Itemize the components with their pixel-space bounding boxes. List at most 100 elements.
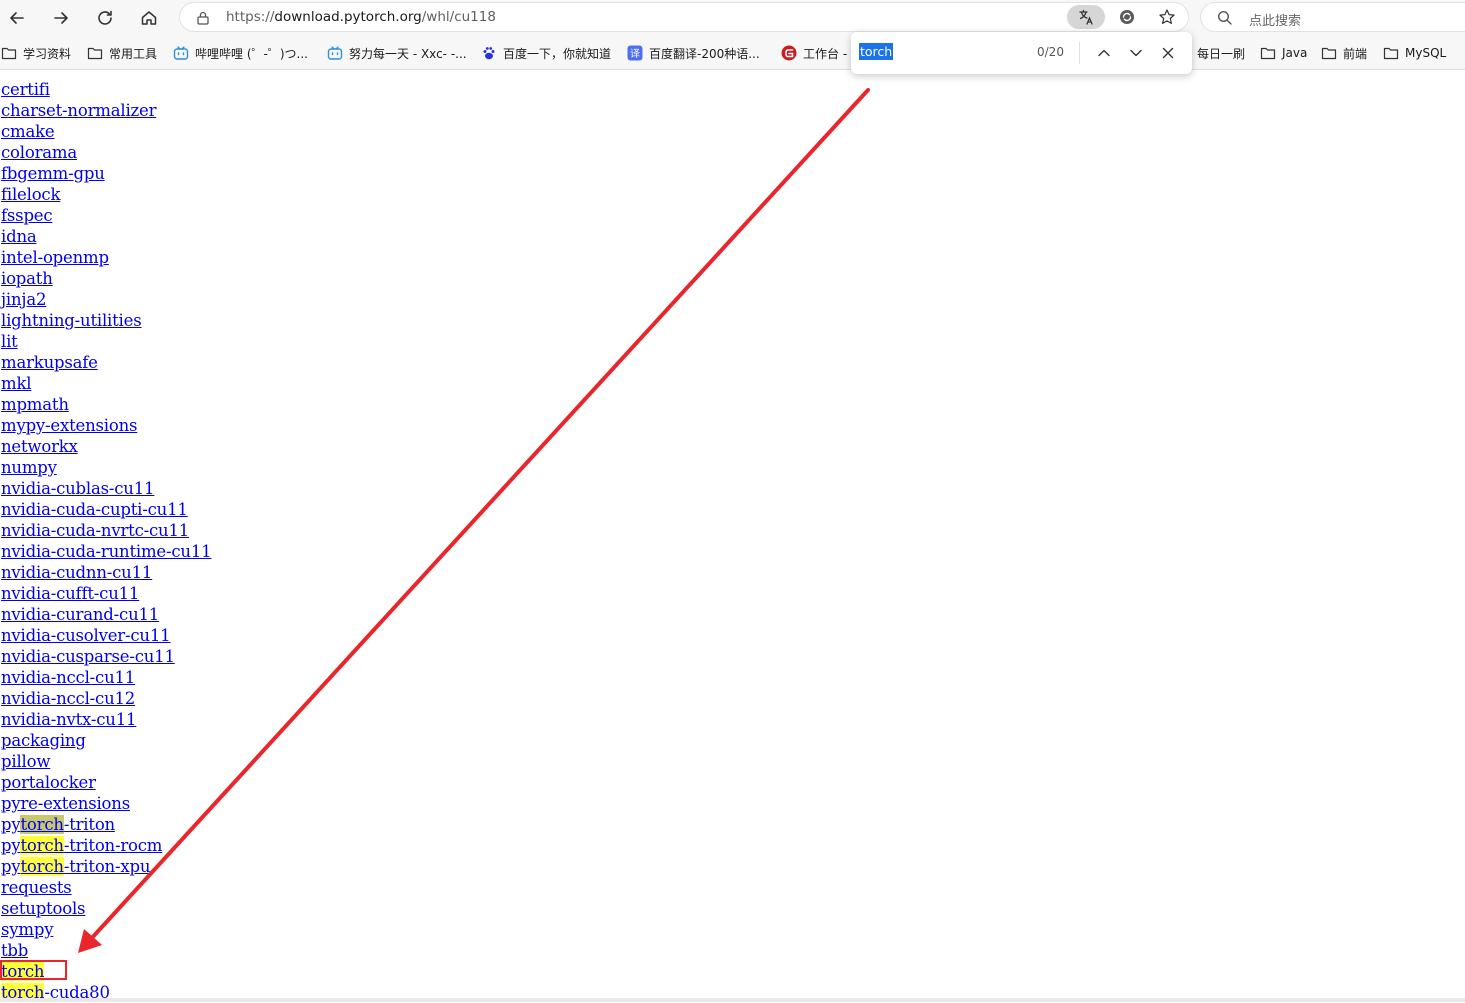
url-text[interactable]: https://download.pytorch.org/whl/cu118	[226, 9, 496, 25]
find-count: 0/20	[1037, 45, 1064, 59]
folder-icon	[1, 45, 17, 61]
package-link[interactable]: fsspec	[1, 205, 211, 226]
package-link[interactable]: pyre-extensions	[1, 793, 211, 814]
lock-icon[interactable]	[194, 9, 212, 27]
package-link[interactable]: idna	[1, 226, 211, 247]
package-link[interactable]: lightning-utilities	[1, 310, 211, 331]
package-link[interactable]: nvidia-cuda-nvrtc-cu11	[1, 520, 211, 541]
package-link[interactable]: cmake	[1, 121, 211, 142]
package-link[interactable]: nvidia-nccl-cu11	[1, 667, 211, 688]
search-box[interactable]: 点此搜索	[1200, 2, 1465, 32]
package-link[interactable]: packaging	[1, 730, 211, 751]
package-link[interactable]: nvidia-cublas-cu11	[1, 478, 211, 499]
annotation-arrow	[78, 88, 870, 953]
package-link[interactable]: setuptools	[1, 898, 211, 919]
bilibili-icon	[173, 45, 189, 61]
baidu-icon	[481, 45, 497, 61]
fav-item-baidu-translate[interactable]: 译 百度翻译-200种语...	[627, 44, 760, 62]
package-link[interactable]: nvidia-curand-cu11	[1, 604, 211, 625]
package-name: packaging	[1, 731, 86, 750]
package-link[interactable]: iopath	[1, 268, 211, 289]
find-bar: torch 0/20	[851, 32, 1192, 74]
folder-icon	[1260, 45, 1276, 61]
package-name: mkl	[1, 374, 32, 393]
package-link[interactable]: numpy	[1, 457, 211, 478]
package-link[interactable]: pytorch-triton	[1, 814, 211, 835]
fav-item-study[interactable]: 学习资料	[1, 44, 71, 62]
package-link[interactable]: filelock	[1, 184, 211, 205]
package-link[interactable]: requests	[1, 877, 211, 898]
fav-item-baidu[interactable]: 百度一下，你就知道	[481, 44, 611, 62]
bilibili-icon	[327, 45, 343, 61]
chevron-down-icon	[1130, 49, 1142, 57]
package-link[interactable]: nvidia-cuda-cupti-cu11	[1, 499, 211, 520]
find-input[interactable]: torch	[859, 43, 894, 60]
fav-item-gitee[interactable]: 工作台 -	[781, 44, 847, 62]
fav-item-frontend[interactable]: 前端	[1321, 44, 1367, 62]
find-separator	[1079, 42, 1080, 64]
package-name: portalocker	[1, 773, 96, 792]
package-link[interactable]: nvidia-cuda-runtime-cu11	[1, 541, 212, 562]
package-link[interactable]: nvidia-cusolver-cu11	[1, 625, 211, 646]
package-link[interactable]: pytorch-triton-xpu	[1, 856, 211, 877]
package-link[interactable]: nvidia-nvtx-cu11	[1, 709, 211, 730]
home-button[interactable]	[135, 4, 163, 32]
fav-item-mysql[interactable]: MySQL	[1383, 44, 1446, 62]
translate-page-button[interactable]	[1067, 5, 1105, 29]
url-path: /whl/cu118	[421, 9, 496, 25]
find-match-highlight: torch	[20, 815, 64, 834]
fav-label: 每日一刷	[1197, 46, 1246, 61]
star-icon	[1159, 9, 1175, 24]
package-link[interactable]: sympy	[1, 919, 211, 940]
package-link[interactable]: lit	[1, 331, 211, 352]
favorites-bar: 学习资料 常用工具 哔哩哔哩 (゜-゜)つ... 努力每一天 - Xxc- -.…	[0, 36, 1465, 70]
package-link[interactable]: networkx	[1, 436, 211, 457]
package-name: lightning-utilities	[1, 311, 142, 330]
package-link[interactable]: nvidia-cudnn-cu11	[1, 562, 211, 583]
home-icon	[141, 11, 157, 25]
fav-label: 工作台 -	[803, 46, 848, 61]
package-link[interactable]: nvidia-nccl-cu12	[1, 688, 211, 709]
fav-item-java[interactable]: Java	[1260, 44, 1307, 62]
package-link[interactable]: certifi	[1, 79, 211, 100]
forward-button[interactable]	[47, 4, 75, 32]
back-button[interactable]	[3, 4, 31, 32]
search-icon	[1217, 10, 1232, 25]
package-link[interactable]: tbb	[1, 940, 211, 961]
favorite-star-button[interactable]	[1156, 6, 1178, 28]
folder-icon	[1321, 45, 1337, 61]
fav-item-tools[interactable]: 常用工具	[87, 44, 157, 62]
package-link[interactable]: charset-normalizer	[1, 100, 211, 121]
find-close-button[interactable]	[1157, 42, 1179, 64]
search-placeholder: 点此搜索	[1249, 14, 1302, 29]
package-name: fbgemm-gpu	[1, 164, 105, 183]
refresh-icon	[98, 10, 112, 25]
package-link[interactable]: mpmath	[1, 394, 211, 415]
package-name: setuptools	[1, 899, 86, 918]
package-link[interactable]: intel-openmp	[1, 247, 211, 268]
fav-label: 努力每一天 - Xxc- -...	[349, 46, 467, 61]
package-link[interactable]: jinja2	[1, 289, 211, 310]
package-link[interactable]: fbgemm-gpu	[1, 163, 211, 184]
find-match-highlight: torch	[20, 836, 64, 855]
refresh-sync-button[interactable]	[1116, 6, 1138, 28]
fav-item-bilibili[interactable]: 哔哩哔哩 (゜-゜)つ...	[173, 44, 308, 62]
find-previous-button[interactable]	[1093, 42, 1115, 64]
package-link[interactable]: nvidia-cufft-cu11	[1, 583, 211, 604]
package-link[interactable]: pillow	[1, 751, 211, 772]
address-bar[interactable]: https://download.pytorch.org/whl/cu118	[179, 2, 1189, 32]
folder-icon	[1383, 45, 1399, 61]
package-link[interactable]: mypy-extensions	[1, 415, 211, 436]
package-name: colorama	[1, 143, 77, 162]
package-name: nvidia-cuda-nvrtc-cu11	[1, 521, 190, 540]
package-link[interactable]: pytorch-triton-rocm	[1, 835, 211, 856]
package-link[interactable]: colorama	[1, 142, 211, 163]
package-link[interactable]: portalocker	[1, 772, 211, 793]
refresh-button[interactable]	[91, 4, 119, 32]
fav-item-bilibili-space[interactable]: 努力每一天 - Xxc- -...	[327, 44, 467, 62]
find-next-button[interactable]	[1125, 42, 1147, 64]
forward-arrow-icon	[54, 12, 68, 24]
package-link[interactable]: markupsafe	[1, 352, 211, 373]
package-link[interactable]: nvidia-cusparse-cu11	[1, 646, 211, 667]
package-link[interactable]: mkl	[1, 373, 211, 394]
